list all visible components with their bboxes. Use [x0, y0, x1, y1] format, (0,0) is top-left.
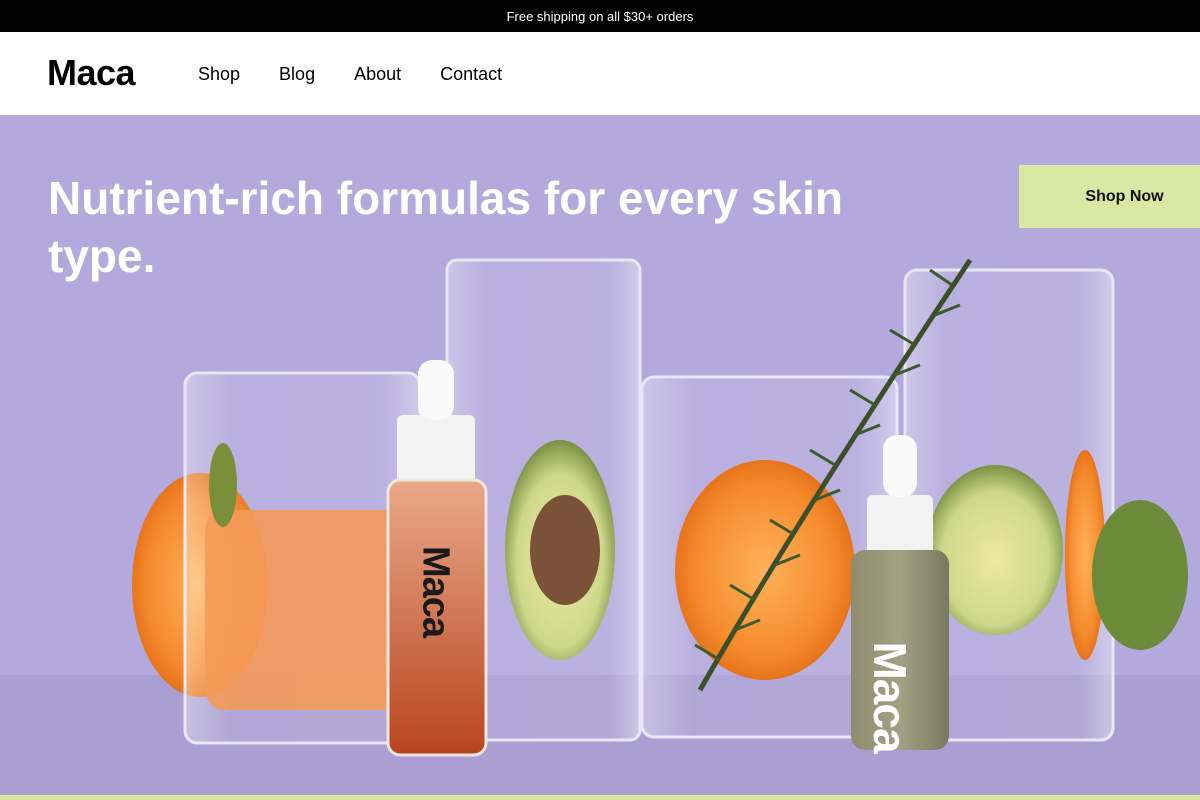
green-bottle-label: Maca	[864, 641, 916, 753]
nav-item-shop[interactable]: Shop	[198, 64, 240, 85]
hero-headline: Nutrient-rich formulas for every skin ty…	[48, 172, 843, 282]
hero-banner: Nutrient-rich formulas for every skin ty…	[0, 115, 1200, 800]
shop-now-button[interactable]: Shop Now	[1019, 165, 1200, 228]
nav-item-contact[interactable]: Contact	[440, 64, 502, 85]
announcement-bar: Free shipping on all $30+ orders	[0, 0, 1200, 32]
nav-item-blog[interactable]: Blog	[279, 64, 315, 85]
site-header: Maca Shop Blog About Contact	[0, 32, 1200, 115]
announcement-text: Free shipping on all $30+ orders	[506, 8, 694, 24]
brand-logo[interactable]: Maca	[47, 52, 136, 94]
main-nav: Shop Blog About Contact	[198, 64, 541, 85]
nav-item-about[interactable]: About	[354, 64, 401, 85]
orange-bottle-label: Maca	[414, 545, 457, 638]
bottom-accent-strip	[0, 795, 1200, 800]
